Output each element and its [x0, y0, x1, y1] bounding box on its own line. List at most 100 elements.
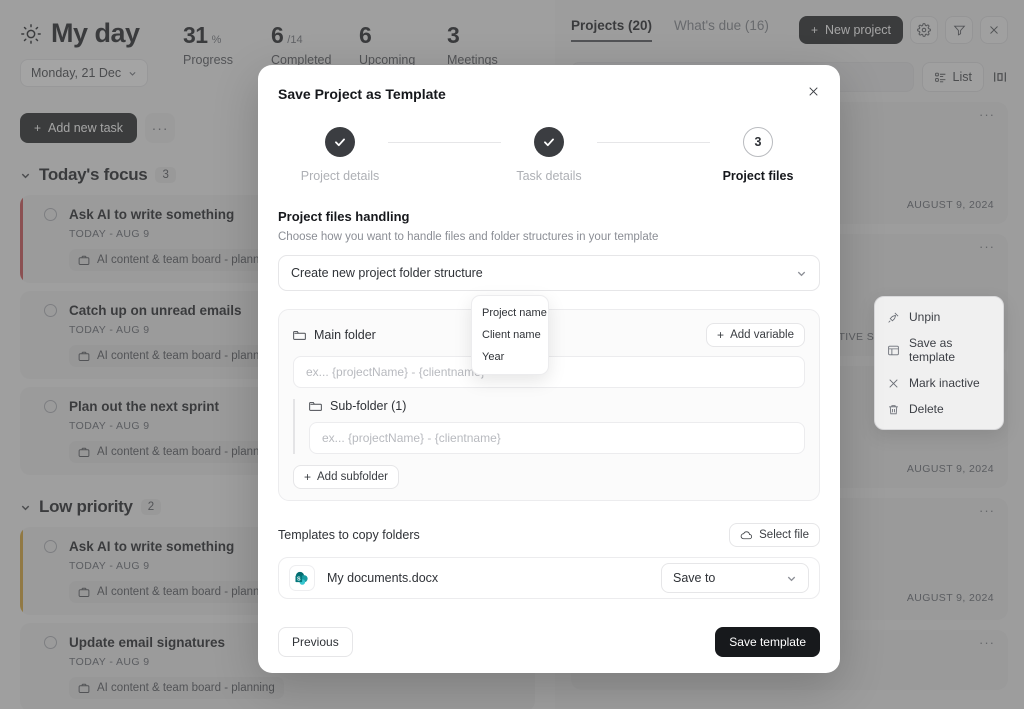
select-file-button[interactable]: Select file: [729, 523, 820, 547]
task-title: Update email signatures: [69, 635, 226, 650]
group-count: 3: [155, 167, 176, 183]
chevron-down-icon: [21, 173, 30, 178]
task-project-tag[interactable]: AI content & team board - planning: [69, 249, 284, 271]
filter-icon[interactable]: [945, 16, 973, 44]
add-new-task-button[interactable]: + Add new task: [20, 113, 138, 143]
step-check-icon: [325, 127, 355, 157]
card-menu-button[interactable]: ···: [979, 504, 995, 517]
templates-title: Templates to copy folders: [278, 528, 420, 542]
save-template-button[interactable]: Save template: [715, 627, 820, 657]
project-card-context-menu: Unpin Save as template Mark inactive Del…: [874, 296, 1004, 430]
files-handling-select[interactable]: Create new project folder structure: [278, 255, 820, 291]
list-label: List: [952, 70, 972, 84]
context-menu-item-mark-inactive[interactable]: Mark inactive: [875, 370, 1003, 396]
task-checkbox[interactable]: [44, 636, 57, 649]
template-icon: [888, 345, 899, 355]
task-project-tag[interactable]: AI content & team board - planning: [69, 345, 284, 367]
task-title: Plan out the next sprint: [69, 399, 220, 414]
pin-icon: [888, 312, 899, 323]
tab-whats-due[interactable]: What's due (16): [674, 18, 769, 42]
add-new-task-label: Add new task: [48, 121, 124, 135]
step-task-details[interactable]: Task details: [501, 127, 597, 183]
main-folder-label: Main folder: [314, 328, 376, 342]
stepper-connector: [388, 142, 501, 143]
add-variable-button[interactable]: + Add variable: [706, 323, 805, 347]
stat-meetings: 3 Meetings: [447, 22, 535, 67]
date-picker[interactable]: Monday, 21 Dec: [20, 59, 149, 87]
context-menu-item-save-as-template[interactable]: Save as template: [875, 330, 1003, 370]
subfolder-label: Sub-folder (1): [330, 399, 407, 413]
card-menu-button[interactable]: ···: [979, 108, 995, 121]
task-checkbox[interactable]: [44, 540, 57, 553]
close-icon[interactable]: [807, 85, 820, 103]
subfolder-name-input[interactable]: ex... {projectName} - {clientname}: [309, 422, 805, 454]
task-tag-label: AI content & team board - planning: [97, 446, 275, 458]
templates-header: Templates to copy folders Select file: [278, 523, 820, 547]
modal-title: Save Project as Template: [278, 86, 446, 102]
add-subfolder-button[interactable]: + Add subfolder: [293, 465, 399, 489]
stat-value: 6: [359, 22, 372, 48]
task-title: Ask AI to write something: [69, 207, 235, 222]
projects-header: Projects (20) What's due (16) + New proj…: [571, 16, 1008, 44]
files-handling-value: Create new project folder structure: [291, 266, 483, 280]
list-icon: [934, 72, 945, 82]
my-day-heading: My day: [51, 18, 140, 48]
variable-option-client-name[interactable]: Client name: [472, 324, 548, 346]
previous-button[interactable]: Previous: [278, 627, 353, 657]
main-folder-name-input[interactable]: ex... {projectName} - {clientname}: [293, 356, 805, 388]
task-tag-label: AI content & team board - planning: [97, 254, 275, 266]
wizard-stepper: Project details Task details 3 Project f…: [278, 127, 820, 183]
my-day-title-block: My day Monday, 21 Dec: [20, 18, 165, 87]
app-root: My day Monday, 21 Dec 31 % Progress 6 /1…: [0, 0, 1024, 709]
new-project-button[interactable]: + New project: [798, 16, 903, 44]
main-folder-row: Main folder + Add variable: [293, 323, 805, 347]
board-view-icon[interactable]: [992, 70, 1008, 84]
chevron-down-icon: [797, 271, 806, 276]
card-menu-button[interactable]: ···: [979, 636, 995, 649]
variable-option-project-name[interactable]: Project name: [472, 302, 548, 324]
step-check-icon: [534, 127, 564, 157]
task-project-tag[interactable]: AI content & team board - planning: [69, 441, 284, 463]
context-menu-item-unpin[interactable]: Unpin: [875, 304, 1003, 330]
task-tag-label: AI content & team board - planning: [97, 350, 275, 362]
modal-footer: Previous Save template: [278, 627, 820, 657]
task-checkbox[interactable]: [44, 208, 57, 221]
close-icon[interactable]: [980, 16, 1008, 44]
step-project-files[interactable]: 3 Project files: [710, 127, 806, 183]
subfolder-label-wrap: Sub-folder (1): [309, 399, 805, 413]
briefcase-icon: [78, 447, 90, 457]
context-menu-item-delete[interactable]: Delete: [875, 396, 1003, 422]
tab-projects[interactable]: Projects (20): [571, 18, 653, 42]
section-title: Project files handling: [278, 209, 410, 224]
context-menu-label: Save as template: [909, 336, 956, 364]
save-to-select[interactable]: Save to: [661, 563, 809, 593]
task-project-tag[interactable]: AI content & team board - planning: [69, 677, 284, 699]
stat-progress: 31 % Progress: [183, 22, 271, 67]
gear-icon[interactable]: [910, 16, 938, 44]
step-project-details[interactable]: Project details: [292, 127, 388, 183]
task-tag-label: AI content & team board - planning: [97, 682, 275, 694]
task-checkbox[interactable]: [44, 400, 57, 413]
context-menu-label: Unpin: [909, 310, 941, 324]
list-view-toggle[interactable]: List: [921, 62, 984, 92]
stat-value: 31: [183, 22, 208, 48]
stat-completed: 6 /14 Completed: [271, 22, 359, 67]
context-menu-label: Mark inactive: [909, 376, 980, 390]
page-title: My day: [20, 18, 165, 49]
card-menu-button[interactable]: ···: [979, 240, 995, 253]
task-project-tag[interactable]: AI content & team board - planning: [69, 581, 284, 603]
project-card-date: AUGUST 9, 2024: [906, 199, 994, 211]
stat-label: Progress: [183, 53, 234, 67]
stat-value: 6: [271, 22, 284, 48]
projects-tabs: Projects (20) What's due (16): [571, 18, 769, 42]
trash-icon: [889, 404, 898, 414]
group-title: Low priority: [39, 497, 133, 516]
subfolder-placeholder: ex... {projectName} - {clientname}: [322, 431, 501, 445]
task-checkbox[interactable]: [44, 304, 57, 317]
select-file-label: Select file: [759, 529, 809, 541]
variable-option-year[interactable]: Year: [472, 346, 548, 368]
date-value: Monday, 21 Dec: [31, 66, 122, 80]
file-row[interactable]: S My documents.docx Save to: [278, 557, 820, 599]
more-options-button[interactable]: ···: [145, 113, 176, 143]
chevron-down-icon: [129, 71, 136, 76]
